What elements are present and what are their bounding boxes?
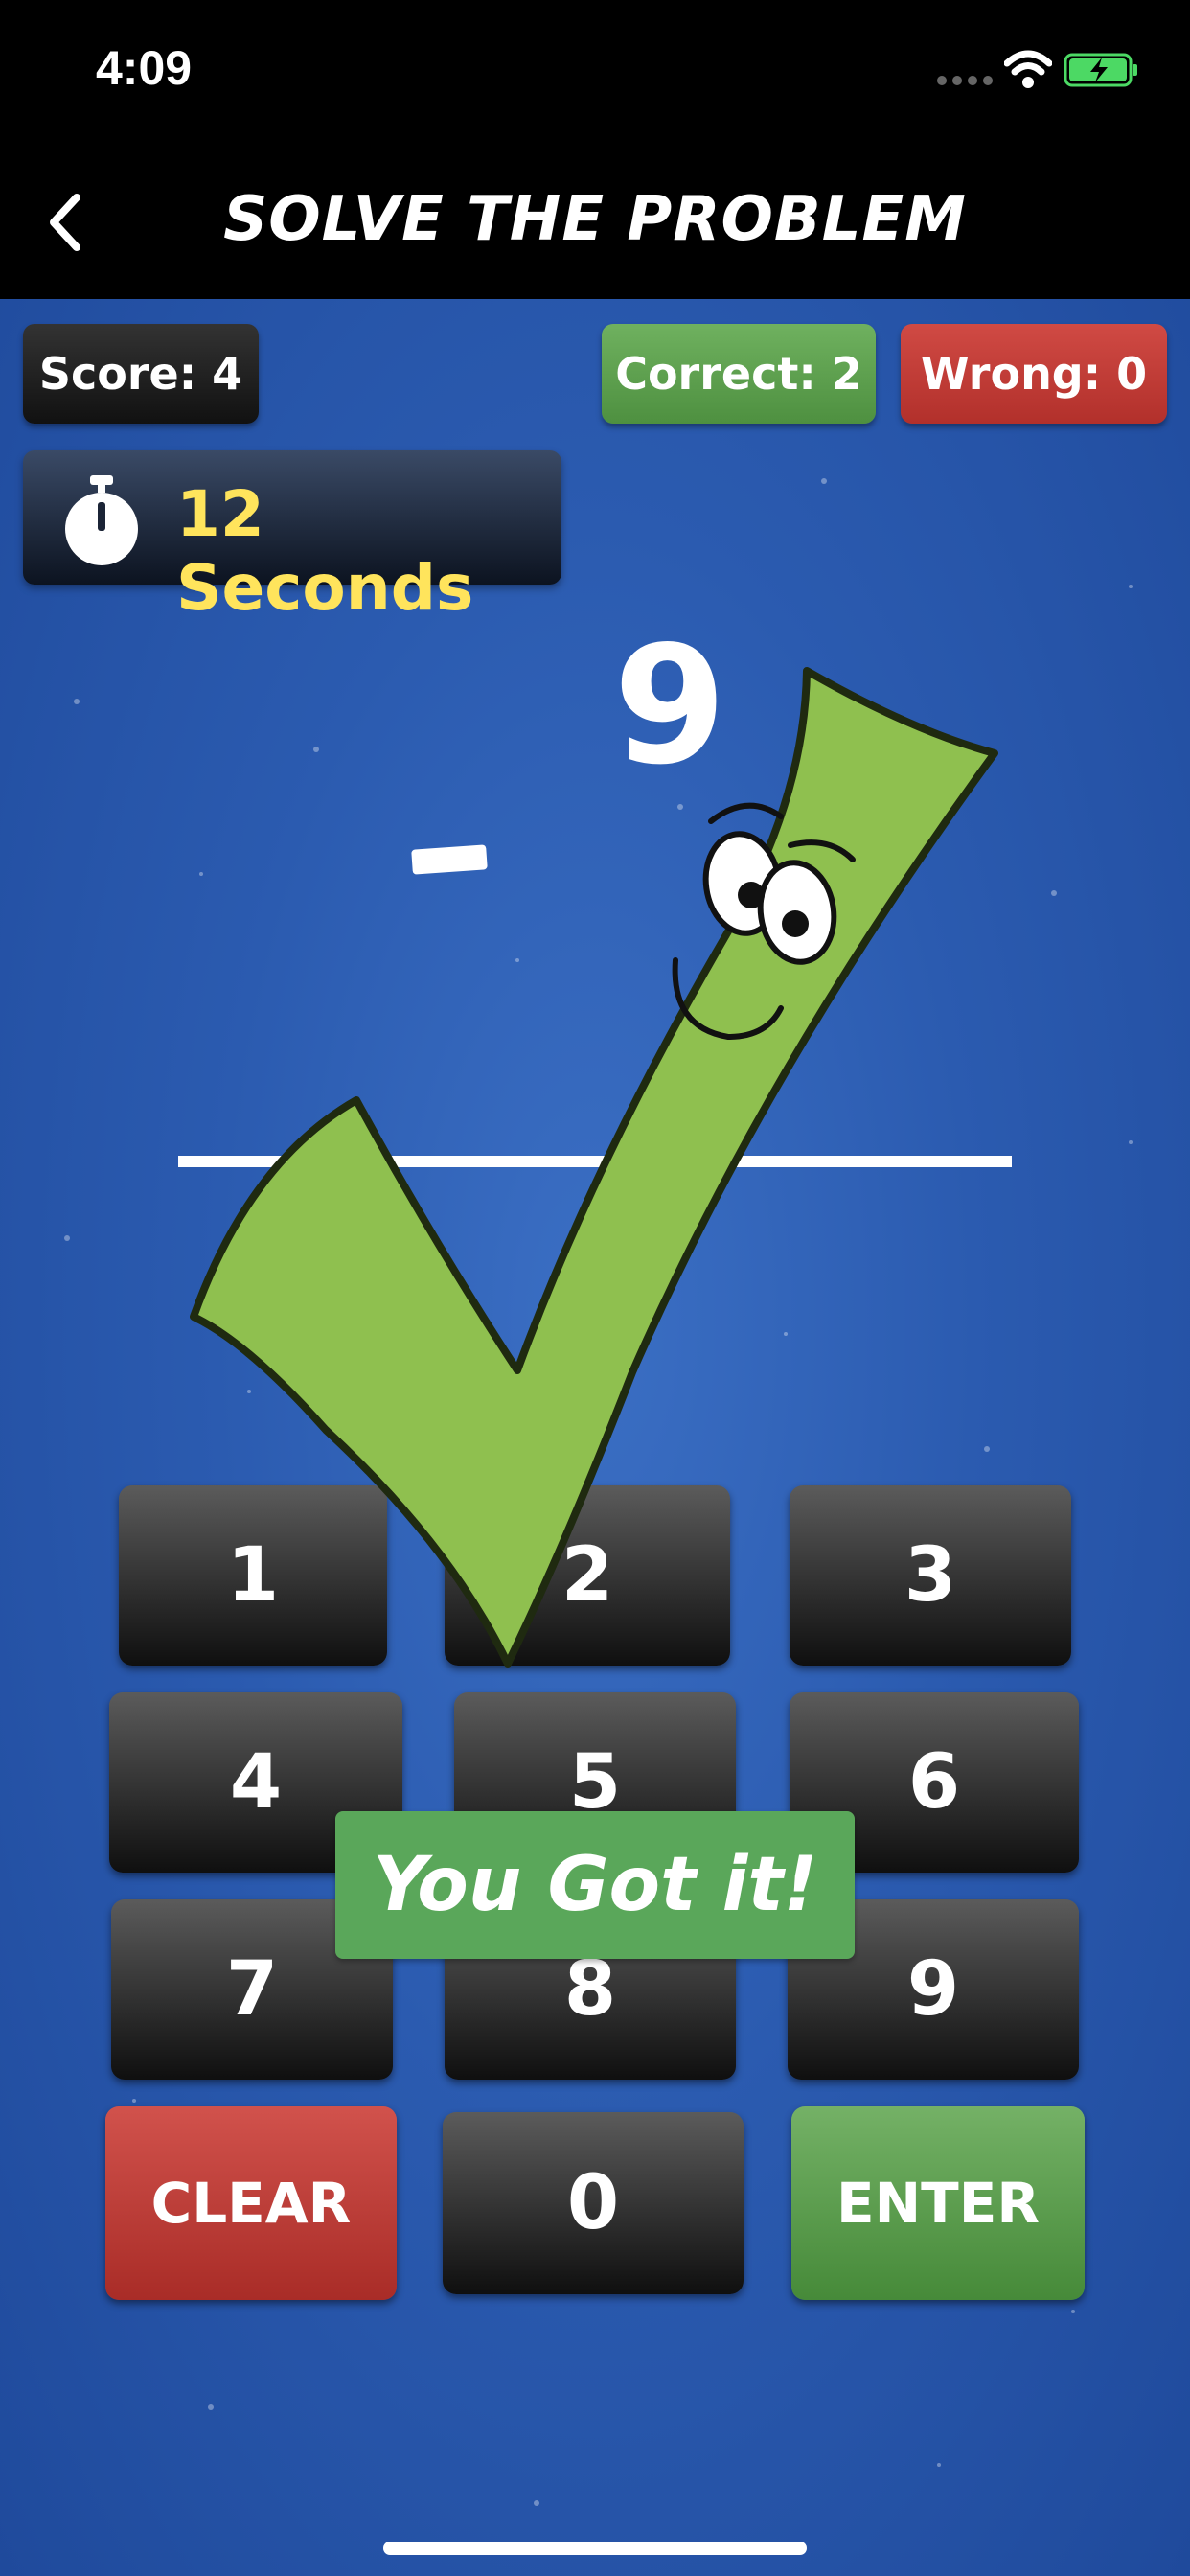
- enter-button[interactable]: ENTER: [791, 2106, 1085, 2300]
- correct-count-badge: Correct: 2: [602, 324, 876, 424]
- key-2[interactable]: 2: [445, 1485, 730, 1666]
- battery-charging-icon: [1064, 53, 1137, 87]
- status-bar: 4:09: [0, 0, 1190, 144]
- timer-text: 12 Seconds: [176, 477, 474, 625]
- home-indicator: [383, 2542, 807, 2555]
- status-time: 4:09: [96, 41, 193, 95]
- key-3[interactable]: 3: [790, 1485, 1071, 1666]
- score-badge: Score: 4: [23, 324, 259, 424]
- wifi-icon: [1004, 50, 1052, 88]
- stopwatch-icon: [65, 475, 138, 565]
- cellular-signal-icon: [937, 76, 993, 85]
- minus-sign: [411, 844, 488, 875]
- wrong-count-badge: Wrong: 0: [901, 324, 1167, 424]
- key-0[interactable]: 0: [443, 2112, 744, 2294]
- page-title: SOLVE THE PROBLEM: [223, 184, 967, 255]
- feedback-toast: You Got it!: [335, 1811, 855, 1959]
- answer-line: [178, 1156, 1012, 1167]
- problem-top-number: 9: [613, 611, 727, 801]
- key-1[interactable]: 1: [119, 1485, 387, 1666]
- clear-button[interactable]: CLEAR: [105, 2106, 397, 2300]
- navigation-bar: SOLVE THE PROBLEM: [0, 144, 1190, 299]
- timer-box: 12 Seconds: [23, 450, 561, 625]
- game-area: Score: 4 Correct: 2 Wrong: 0 12 Seconds …: [0, 299, 1190, 2576]
